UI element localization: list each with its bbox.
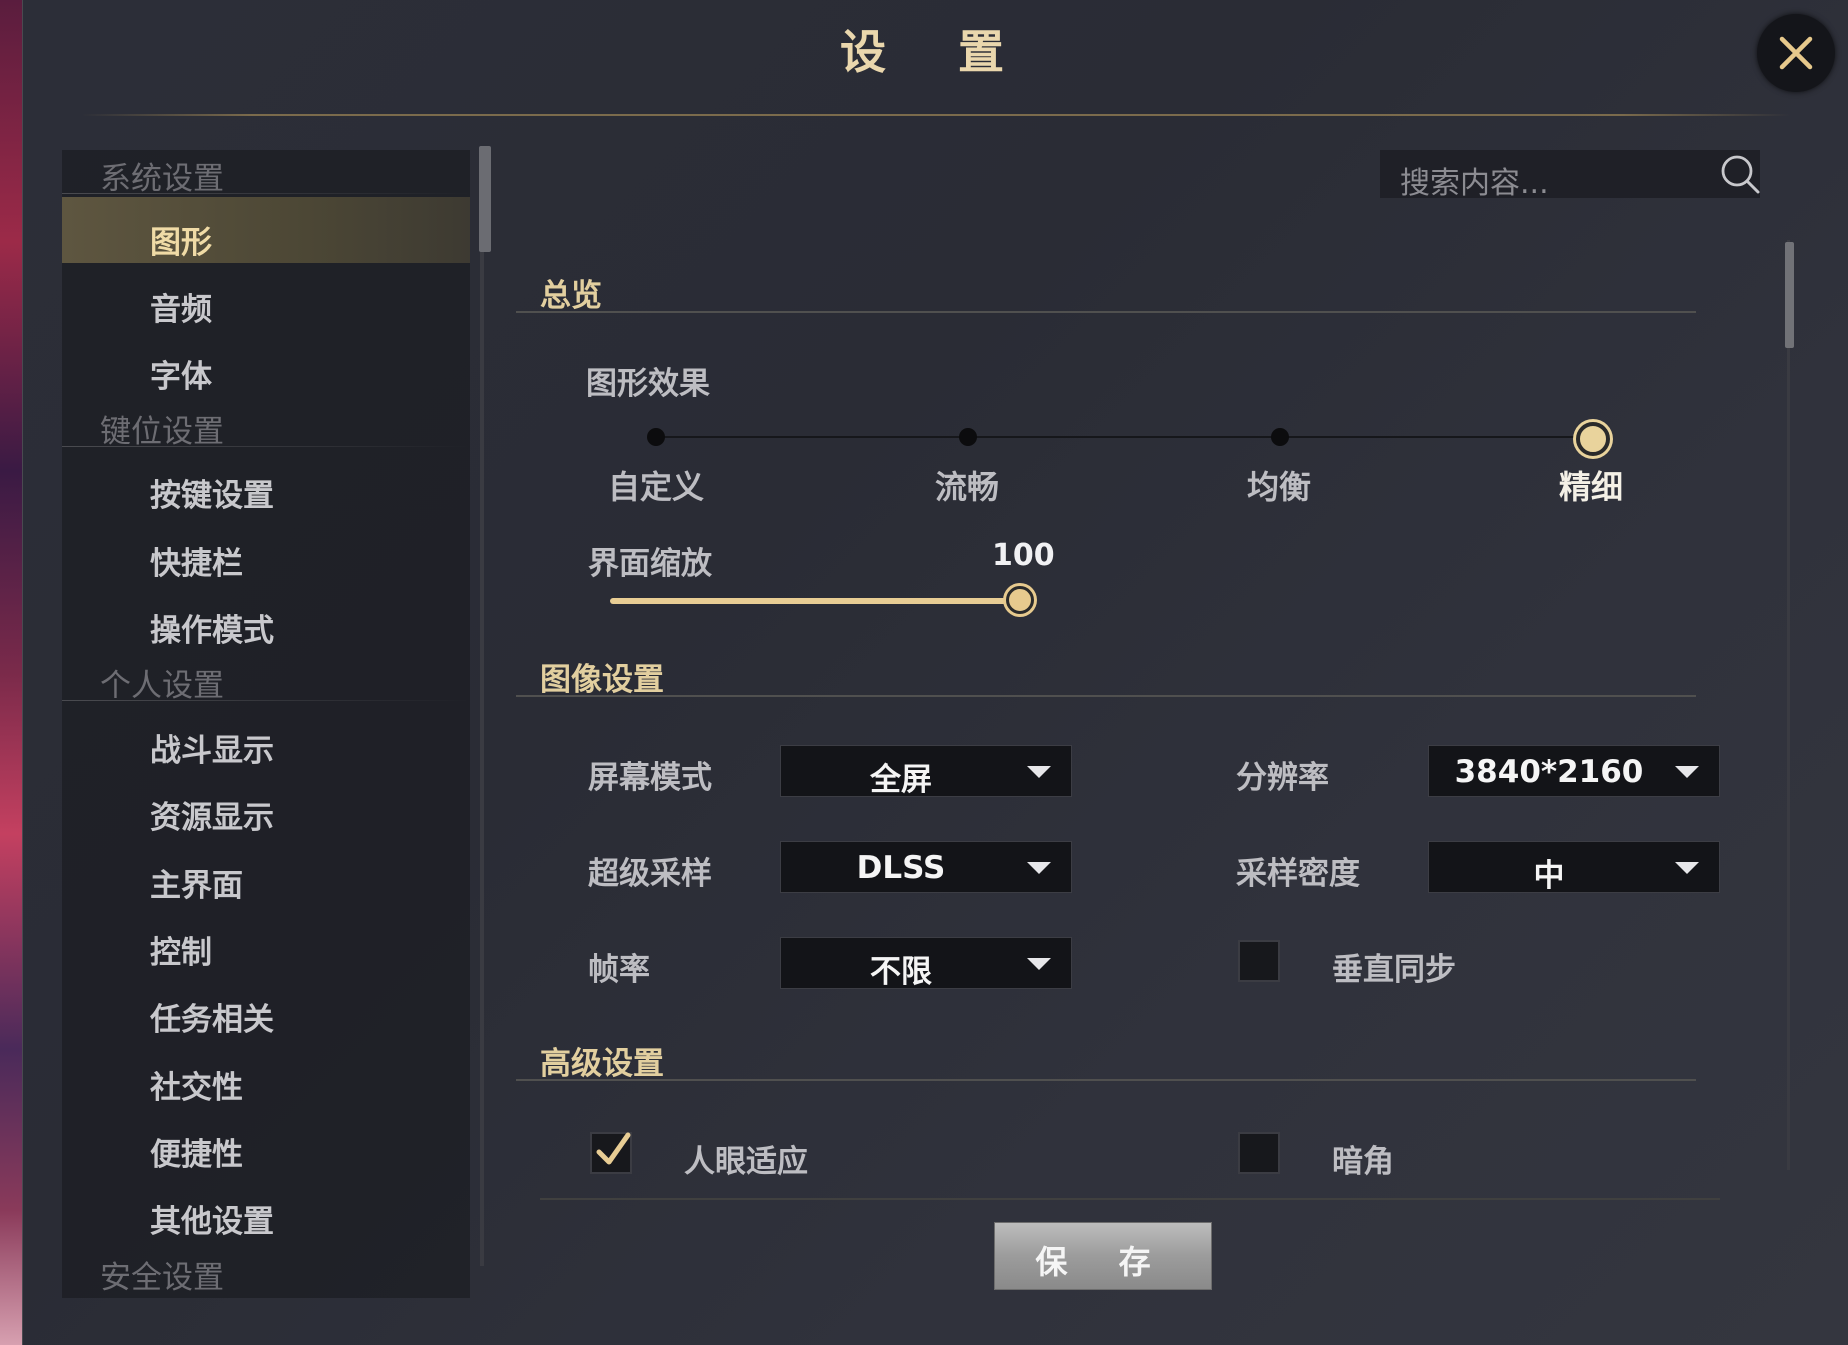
window-title: 设 置 (839, 25, 1032, 79)
resolution-label: 分辨率 (1236, 760, 1329, 796)
sidebar-item-combat-display[interactable]: 战斗显示 (150, 725, 274, 770)
quality-track (648, 436, 1590, 438)
chevron-down-icon (1027, 958, 1051, 970)
category-divider (62, 700, 470, 701)
chevron-down-icon (1675, 862, 1699, 874)
screen-mode-dropdown[interactable]: 全屏 (780, 745, 1072, 798)
vignette-label: 暗角 (1332, 1144, 1394, 1180)
sidebar-scrollbar[interactable] (480, 146, 484, 1266)
framerate-dropdown[interactable]: 不限 (780, 937, 1072, 990)
preset-label-smooth[interactable]: 流畅 (935, 462, 999, 508)
resolution-dropdown[interactable]: 3840*2160 (1428, 745, 1720, 797)
section-advanced-settings: 高级设置 (540, 1046, 664, 1082)
section-divider (516, 311, 1696, 313)
ui-scale-slider[interactable] (610, 598, 1020, 604)
category-personal: 个人设置 (100, 668, 224, 704)
vignette-checkbox[interactable] (1238, 1132, 1280, 1174)
section-image-settings: 图像设置 (540, 662, 664, 698)
sidebar-item-key-settings[interactable]: 按键设置 (150, 470, 274, 515)
title-divider (81, 114, 1791, 116)
sampling-density-label: 采样密度 (1236, 856, 1360, 892)
sampling-density-dropdown[interactable]: 中 (1428, 841, 1720, 894)
preset-label-fine[interactable]: 精细 (1559, 462, 1623, 508)
preset-label-balanced[interactable]: 均衡 (1247, 462, 1311, 508)
chevron-down-icon (1027, 862, 1051, 874)
search-placeholder: 搜索内容... (1400, 166, 1549, 201)
supersampling-label: 超级采样 (588, 856, 712, 892)
category-divider (62, 446, 470, 447)
checkmark-icon (596, 1132, 631, 1165)
section-divider (516, 695, 1696, 697)
eye-adaptation-checkbox[interactable] (590, 1132, 632, 1174)
preset-label-custom[interactable]: 自定义 (608, 462, 704, 508)
vsync-checkbox[interactable] (1238, 940, 1280, 982)
preset-dot-smooth[interactable] (959, 428, 977, 446)
category-system: 系统设置 (100, 161, 224, 197)
footer-divider (540, 1198, 1720, 1200)
ui-scale-slider-handle[interactable] (1006, 586, 1034, 614)
preset-dot-balanced[interactable] (1271, 428, 1289, 446)
screen-mode-label: 屏幕模式 (588, 760, 712, 796)
sidebar-item-graphics[interactable]: 图形 (150, 217, 212, 262)
framerate-value: 不限 (870, 954, 932, 990)
content-scrollbar-thumb[interactable] (1785, 242, 1794, 348)
framerate-label: 帧率 (588, 952, 650, 988)
sidebar-item-main-ui[interactable]: 主界面 (150, 860, 243, 905)
sidebar-item-control[interactable]: 控制 (150, 927, 212, 972)
section-divider (516, 1079, 1696, 1081)
close-icon (1779, 36, 1813, 70)
ui-scale-label: 界面缩放 (588, 546, 712, 582)
search-icon[interactable] (1718, 152, 1762, 196)
sidebar-item-hotbar[interactable]: 快捷栏 (150, 538, 243, 583)
category-divider (62, 193, 470, 194)
supersampling-dropdown[interactable]: DLSS (780, 841, 1072, 893)
resolution-value: 3840*2160 (1454, 754, 1644, 790)
sidebar-item-font[interactable]: 字体 (150, 351, 212, 396)
sidebar-item-social[interactable]: 社交性 (150, 1062, 243, 1107)
ui-scale-value: 100 (992, 538, 1055, 573)
sidebar-item-control-mode[interactable]: 操作模式 (150, 605, 274, 650)
sidebar-item-convenience[interactable]: 便捷性 (150, 1129, 243, 1174)
eye-adaptation-label: 人眼适应 (684, 1144, 808, 1180)
save-button-label: 保 存 (1035, 1243, 1171, 1281)
category-security: 安全设置 (100, 1260, 224, 1296)
section-overview: 总览 (540, 278, 602, 314)
supersampling-value: DLSS (856, 850, 946, 886)
vsync-label: 垂直同步 (1332, 952, 1456, 988)
close-button[interactable] (1757, 14, 1835, 92)
sidebar-scrollbar-thumb[interactable] (479, 146, 491, 252)
sidebar-item-other[interactable]: 其他设置 (150, 1196, 274, 1241)
sidebar-item-audio[interactable]: 音频 (150, 284, 212, 329)
chevron-down-icon (1027, 766, 1051, 778)
graphics-effect-label: 图形效果 (586, 366, 710, 402)
sampling-density-value: 中 (1533, 858, 1565, 894)
save-button[interactable]: 保 存 (994, 1222, 1212, 1290)
preset-dot-fine[interactable] (1576, 422, 1610, 456)
title-bar: 设 置 (23, 0, 1848, 116)
preset-dot-custom[interactable] (647, 428, 665, 446)
sidebar-active-highlight (62, 197, 470, 263)
sidebar (62, 150, 470, 1298)
chevron-down-icon (1675, 766, 1699, 778)
content-scrollbar[interactable] (1787, 240, 1790, 1170)
category-keybind: 键位设置 (100, 414, 224, 450)
sidebar-item-quest[interactable]: 任务相关 (150, 994, 274, 1039)
screen-mode-value: 全屏 (870, 762, 932, 798)
sidebar-item-resource-display[interactable]: 资源显示 (150, 792, 274, 837)
